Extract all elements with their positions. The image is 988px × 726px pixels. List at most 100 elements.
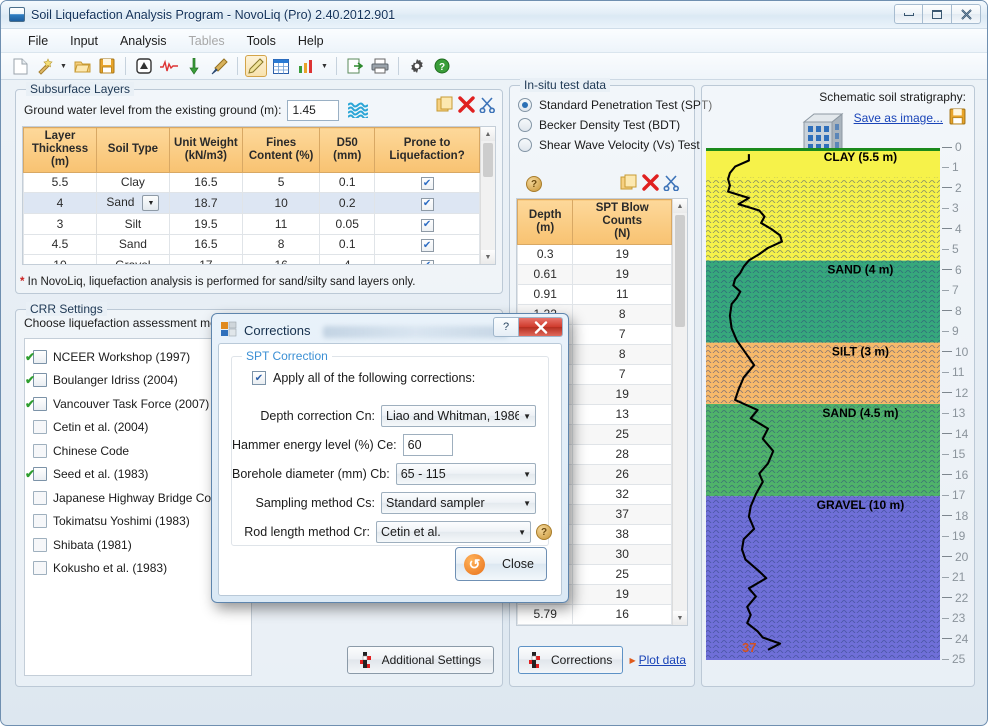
cell-fines-content[interactable]: 10 xyxy=(241,192,321,215)
col-prone-to-liquefaction[interactable]: Prone to Liquefaction? xyxy=(374,127,480,173)
apply-all-checkbox[interactable]: ✔ xyxy=(252,371,266,385)
cell-d50[interactable]: 0.1 xyxy=(319,234,376,256)
crr-method-checkbox[interactable] xyxy=(33,490,47,505)
plot-data-link[interactable]: Plot data xyxy=(639,653,686,667)
menu-tools[interactable]: Tools xyxy=(236,31,287,51)
cell-blow-count[interactable]: 25 xyxy=(572,424,672,445)
cell-fines-content[interactable]: 8 xyxy=(241,234,321,256)
borehole-icon[interactable] xyxy=(133,55,155,77)
col-layer-thickness[interactable]: Layer Thickness (m) xyxy=(23,127,97,173)
delete-row-icon[interactable] xyxy=(458,96,475,116)
cell-d50[interactable]: 0.2 xyxy=(319,192,376,215)
cell-blow-count[interactable]: 7 xyxy=(572,364,672,385)
cell-blow-count[interactable]: 8 xyxy=(572,344,672,365)
settings-icon[interactable] xyxy=(406,55,428,77)
col-fines-content[interactable]: Fines Content (%) xyxy=(241,127,321,173)
list-item[interactable]: 0.61 19 xyxy=(517,264,672,285)
insitu-copy-icon[interactable] xyxy=(620,174,638,194)
cell-unit-weight[interactable]: 19.5 xyxy=(168,213,243,235)
maximize-button[interactable] xyxy=(923,4,952,24)
edit-icon[interactable] xyxy=(245,55,267,77)
cell-soil-type[interactable]: Sand ▼ xyxy=(95,192,170,215)
cell-d50[interactable]: 0.1 xyxy=(319,172,376,194)
col-d50[interactable]: D50 (mm) xyxy=(319,127,376,173)
col-spt-blow-counts[interactable]: SPT Blow Counts (N) xyxy=(572,199,672,245)
cell-prone-to-liquefaction[interactable]: ✔ xyxy=(374,172,480,194)
cell-blow-count[interactable]: 32 xyxy=(572,484,672,505)
cell-depth[interactable]: 0.3 xyxy=(517,244,574,265)
list-item[interactable]: 5.79 16 xyxy=(517,604,672,625)
spt-scroll-thumb[interactable] xyxy=(675,215,685,327)
cell-fines-content[interactable]: 11 xyxy=(241,213,321,235)
menu-input[interactable]: Input xyxy=(59,31,109,51)
radio-spt-icon[interactable] xyxy=(518,98,532,112)
cell-layer-thickness[interactable]: 4.5 xyxy=(23,234,97,256)
dialog-help-button[interactable]: ? xyxy=(493,317,519,337)
crr-method-checkbox[interactable] xyxy=(33,561,47,576)
rod-length-method-combo[interactable]: Cetin et al. ▼ xyxy=(376,521,531,543)
radio-bdt-icon[interactable] xyxy=(518,118,532,132)
cell-layer-thickness[interactable]: 10 xyxy=(23,254,97,264)
corrections-button[interactable]: Corrections xyxy=(518,646,624,674)
menu-help[interactable]: Help xyxy=(287,31,335,51)
minimize-button[interactable] xyxy=(894,4,923,24)
cell-layer-thickness[interactable]: 3 xyxy=(23,213,97,235)
borehole-diameter-combo[interactable]: 65 - 115 ▼ xyxy=(395,463,536,485)
insitu-help-icon[interactable]: ? xyxy=(526,176,542,192)
radio-vs[interactable]: Shear Wave Velocity (Vs) Test xyxy=(518,138,700,152)
soil-type-dropdown[interactable]: ▼ xyxy=(142,195,160,212)
radio-spt[interactable]: Standard Penetration Test (SPT) xyxy=(518,98,712,112)
cell-layer-thickness[interactable]: 5.5 xyxy=(23,172,97,194)
cell-blow-count[interactable]: 28 xyxy=(572,444,672,465)
prone-checkbox[interactable]: ✔ xyxy=(420,239,434,253)
cell-fines-content[interactable]: 16 xyxy=(241,254,321,264)
list-item[interactable]: 6.114 xyxy=(517,624,672,625)
prone-checkbox[interactable]: ✔ xyxy=(420,259,434,264)
prone-checkbox[interactable]: ✔ xyxy=(420,197,434,211)
shovel-icon[interactable] xyxy=(208,55,230,77)
cell-blow-count[interactable]: 11 xyxy=(572,284,672,305)
save-image-icon[interactable] xyxy=(949,108,966,128)
depth-correction-combo[interactable]: Liao and Whitman, 1986 ▼ xyxy=(381,405,536,427)
open-icon[interactable] xyxy=(71,55,93,77)
table-row[interactable]: 3 Silt 19.5 11 0.05 ✔ xyxy=(23,213,480,235)
cell-blow-count[interactable]: 26 xyxy=(572,464,672,485)
help-icon[interactable]: ? xyxy=(431,55,453,77)
scroll-up-icon[interactable]: ▲ xyxy=(481,127,495,141)
sampling-method-combo[interactable]: Standard sampler ▼ xyxy=(381,492,536,514)
col-depth[interactable]: Depth (m) xyxy=(517,199,574,245)
wizard-icon[interactable] xyxy=(34,55,56,77)
cell-blow-count[interactable]: 19 xyxy=(572,584,672,605)
crr-method-checkbox[interactable]: ✔ xyxy=(25,349,47,364)
cell-d50[interactable]: 0.05 xyxy=(319,213,376,235)
print-icon[interactable] xyxy=(369,55,391,77)
export-icon[interactable] xyxy=(344,55,366,77)
apply-all-corrections-row[interactable]: ✔ Apply all of the following corrections… xyxy=(252,371,475,385)
seismic-icon[interactable] xyxy=(158,55,180,77)
insitu-cut-icon[interactable] xyxy=(663,174,680,194)
cell-blow-count[interactable]: 13 xyxy=(572,404,672,425)
cell-prone-to-liquefaction[interactable]: ✔ xyxy=(374,234,480,256)
download-icon[interactable] xyxy=(183,55,205,77)
spt-scrollbar[interactable]: ▲ ▼ xyxy=(672,199,687,625)
crr-method-checkbox[interactable]: ✔ xyxy=(25,396,47,411)
subsurface-scrollbar[interactable]: ▲ ▼ xyxy=(480,127,495,264)
cell-d50[interactable]: 4 xyxy=(319,254,376,264)
cell-blow-count[interactable]: 7 xyxy=(572,324,672,345)
cell-blow-count[interactable]: 14 xyxy=(572,624,672,625)
crr-method-checkbox[interactable]: ✔ xyxy=(25,467,47,482)
crr-method-checkbox[interactable] xyxy=(33,443,47,458)
cell-soil-type[interactable]: Gravel xyxy=(95,254,170,264)
cell-unit-weight[interactable]: 17 xyxy=(168,254,243,264)
additional-settings-button[interactable]: Additional Settings xyxy=(346,646,494,674)
cell-soil-type[interactable]: Sand xyxy=(95,234,170,256)
new-icon[interactable] xyxy=(9,55,31,77)
cell-unit-weight[interactable]: 16.5 xyxy=(168,234,243,256)
chart-dropdown-arrow[interactable]: ▼ xyxy=(320,55,329,77)
table-row[interactable]: 4.5 Sand 16.5 8 0.1 ✔ xyxy=(23,234,480,256)
water-table-icon[interactable] xyxy=(347,101,369,119)
cell-blow-count[interactable]: 25 xyxy=(572,564,672,585)
cut-icon[interactable] xyxy=(479,96,496,116)
crr-method-checkbox[interactable] xyxy=(33,420,47,435)
spt-scroll-down-icon[interactable]: ▼ xyxy=(673,611,687,625)
